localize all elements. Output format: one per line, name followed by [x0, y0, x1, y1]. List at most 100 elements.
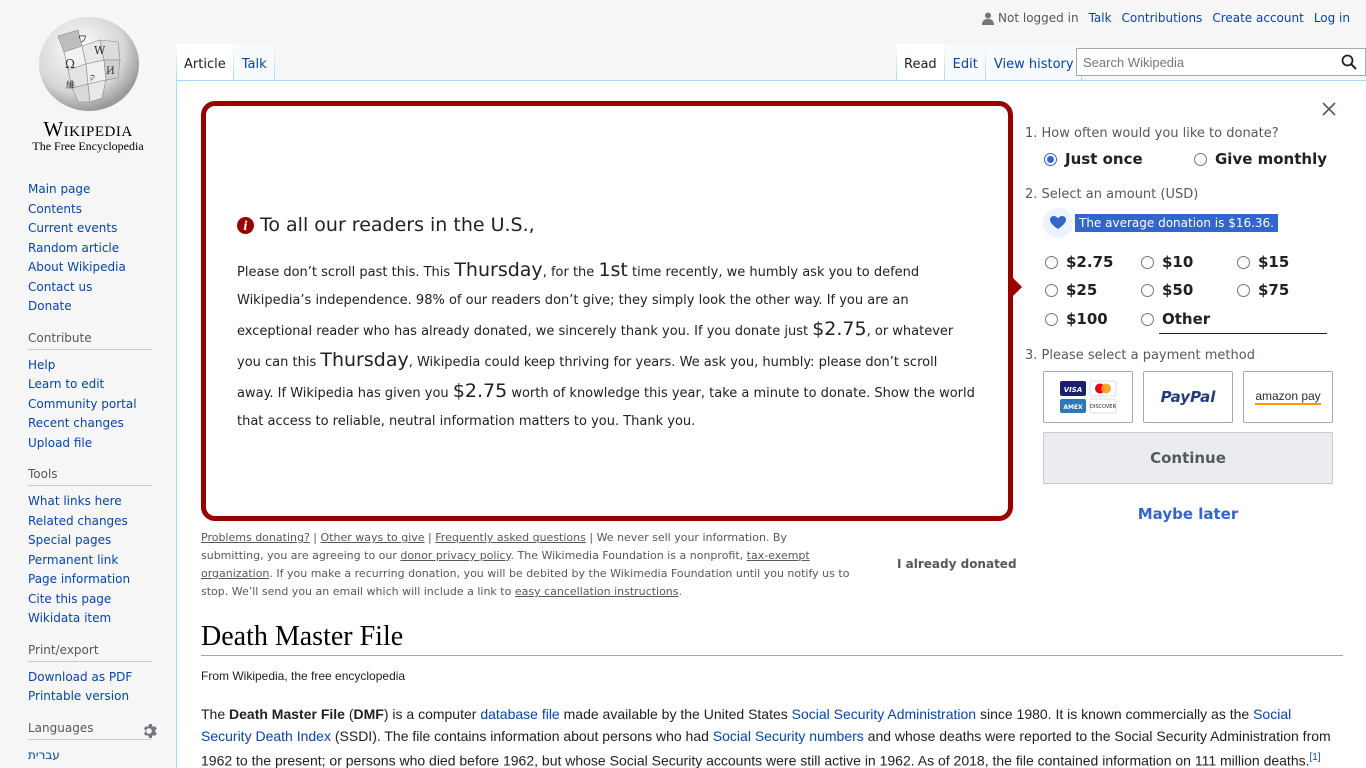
close-icon[interactable] — [1321, 101, 1337, 117]
sidebar: Main page Contents Current events Random… — [0, 180, 176, 768]
problems-donating-link[interactable]: Problems donating? — [201, 531, 310, 544]
sidebar-item-special-pages[interactable]: Special pages — [28, 533, 111, 547]
amazon-pay-logo: amazon pay — [1255, 388, 1321, 405]
amount-radio[interactable] — [1141, 255, 1154, 269]
contributions-link[interactable]: Contributions — [1122, 11, 1203, 25]
payment-amazon-button[interactable]: amazon pay — [1243, 371, 1333, 423]
amount-option-10[interactable]: $10 — [1141, 253, 1193, 271]
svg-text:維: 維 — [66, 79, 75, 91]
wikipedia-logo[interactable]: Ω W И ק 維 ワ Wikipedia The Free Encyclope… — [0, 0, 176, 160]
search-box — [1076, 48, 1366, 76]
sidebar-item-help[interactable]: Help — [28, 358, 55, 372]
gear-icon[interactable] — [141, 723, 157, 739]
frequency-once-radio[interactable] — [1044, 152, 1057, 166]
faq-link[interactable]: Frequently asked questions — [435, 531, 586, 544]
other-amount-input[interactable] — [1159, 333, 1327, 334]
amount-radio[interactable] — [1045, 283, 1058, 297]
namespace-tabs: Article Talk — [176, 44, 275, 81]
tab-read[interactable]: Read — [896, 44, 945, 81]
sidebar-item-printable[interactable]: Printable version — [28, 689, 129, 703]
sidebar-item-learn-to-edit[interactable]: Learn to edit — [28, 377, 104, 391]
sidebar-item-about[interactable]: About Wikipedia — [28, 260, 126, 274]
languages-heading: Languages — [28, 721, 152, 740]
tab-edit-label: Edit — [952, 57, 978, 72]
tab-view-history-label: View history — [993, 57, 1074, 72]
frequency-monthly-option[interactable]: Give monthly — [1194, 150, 1327, 168]
not-logged-in-label: Not logged in — [998, 11, 1079, 25]
amount-option-other[interactable]: Other — [1141, 310, 1210, 328]
banner-text-2: , for the — [542, 265, 599, 280]
amount-radio[interactable] — [1045, 312, 1058, 326]
banner-nth: 1st — [598, 259, 628, 281]
frequency-monthly-radio[interactable] — [1194, 152, 1207, 166]
reference-1-link[interactable]: [1] — [1310, 752, 1321, 763]
personal-tools: Not logged in Talk Contributions Create … — [982, 11, 1350, 25]
ssn-link[interactable]: Social Security numbers — [713, 728, 864, 744]
continue-button[interactable]: Continue — [1043, 432, 1333, 484]
amount-radio[interactable] — [1141, 283, 1154, 297]
database-file-link[interactable]: database file — [480, 706, 559, 722]
sidebar-item-upload-file[interactable]: Upload file — [28, 436, 92, 450]
amount-radio[interactable] — [1141, 312, 1154, 326]
create-account-link[interactable]: Create account — [1212, 11, 1304, 25]
amount-label: Other — [1162, 310, 1211, 328]
amount-option-75[interactable]: $75 — [1237, 281, 1289, 299]
amount-option-25[interactable]: $25 — [1045, 281, 1097, 299]
amount-option-100[interactable]: $100 — [1045, 310, 1108, 328]
tab-article[interactable]: Article — [176, 44, 234, 81]
cancellation-link[interactable]: easy cancellation instructions — [515, 585, 679, 598]
sidebar-item-main-page[interactable]: Main page — [28, 182, 90, 196]
step-frequency-label: 1. How often would you like to donate? — [1025, 126, 1279, 141]
search-input[interactable] — [1077, 54, 1327, 70]
amount-label: $10 — [1162, 253, 1194, 271]
sidebar-item-random-article[interactable]: Random article — [28, 241, 119, 255]
amount-radio[interactable] — [1237, 283, 1250, 297]
amount-label: $75 — [1258, 281, 1290, 299]
sidebar-item-related-changes[interactable]: Related changes — [28, 514, 128, 528]
search-icon[interactable] — [1341, 54, 1357, 70]
sidebar-item-donate[interactable]: Donate — [28, 299, 72, 313]
log-in-link[interactable]: Log in — [1314, 11, 1350, 25]
tab-view-history[interactable]: View history — [985, 44, 1082, 81]
content-area: i To all our readers in the U.S., Please… — [176, 80, 1366, 768]
amount-option-50[interactable]: $50 — [1141, 281, 1193, 299]
amount-label: $100 — [1066, 310, 1108, 328]
sidebar-item-community-portal[interactable]: Community portal — [28, 397, 137, 411]
step-amount-label: 2. Select an amount (USD) — [1025, 187, 1199, 202]
sidebar-item-permanent-link[interactable]: Permanent link — [28, 553, 118, 567]
average-donation: The average donation is $16.36. — [1043, 208, 1278, 238]
ssa-link[interactable]: Social Security Administration — [792, 706, 976, 722]
site-subtitle: From Wikipedia, the free encyclopedia — [201, 669, 406, 683]
sidebar-item-page-information[interactable]: Page information — [28, 572, 130, 586]
para-text-4: made available by the United States — [559, 706, 792, 722]
not-logged-in: Not logged in — [982, 11, 1079, 25]
tab-edit[interactable]: Edit — [944, 44, 986, 81]
maybe-later-button[interactable]: Maybe later — [1043, 505, 1333, 523]
tab-read-label: Read — [904, 57, 937, 72]
sidebar-item-cite[interactable]: Cite this page — [28, 592, 111, 606]
already-donated-button[interactable]: I already donated — [897, 557, 1017, 571]
other-ways-link[interactable]: Other ways to give — [321, 531, 425, 544]
sidebar-item-language-hebrew[interactable]: עברית — [28, 748, 60, 762]
payment-paypal-button[interactable]: PayPal — [1143, 371, 1233, 423]
sidebar-item-what-links-here[interactable]: What links here — [28, 494, 122, 508]
payment-card-button[interactable]: VISA AMEX DISCOVER — [1043, 371, 1133, 423]
sidebar-item-contact[interactable]: Contact us — [28, 280, 92, 294]
tab-talk-label: Talk — [241, 57, 267, 72]
tab-talk[interactable]: Talk — [233, 44, 275, 81]
amount-radio[interactable] — [1045, 255, 1058, 269]
sidebar-item-download-pdf[interactable]: Download as PDF — [28, 670, 132, 684]
talk-link[interactable]: Talk — [1089, 11, 1112, 25]
sidebar-item-recent-changes[interactable]: Recent changes — [28, 416, 124, 430]
amount-option-2-75[interactable]: $2.75 — [1045, 253, 1113, 271]
privacy-policy-link[interactable]: donor privacy policy — [400, 549, 510, 562]
sidebar-item-wikidata[interactable]: Wikidata item — [28, 611, 111, 625]
sidebar-item-current-events[interactable]: Current events — [28, 221, 117, 235]
frequency-once-option[interactable]: Just once — [1044, 150, 1143, 168]
amount-option-15[interactable]: $15 — [1237, 253, 1289, 271]
step-payment-label: 3. Please select a payment method — [1025, 348, 1255, 363]
banner-day-2: Thursday — [320, 349, 409, 371]
paypal-logo: PayPal — [1160, 388, 1216, 406]
sidebar-item-contents[interactable]: Contents — [28, 202, 82, 216]
amount-radio[interactable] — [1237, 255, 1250, 269]
